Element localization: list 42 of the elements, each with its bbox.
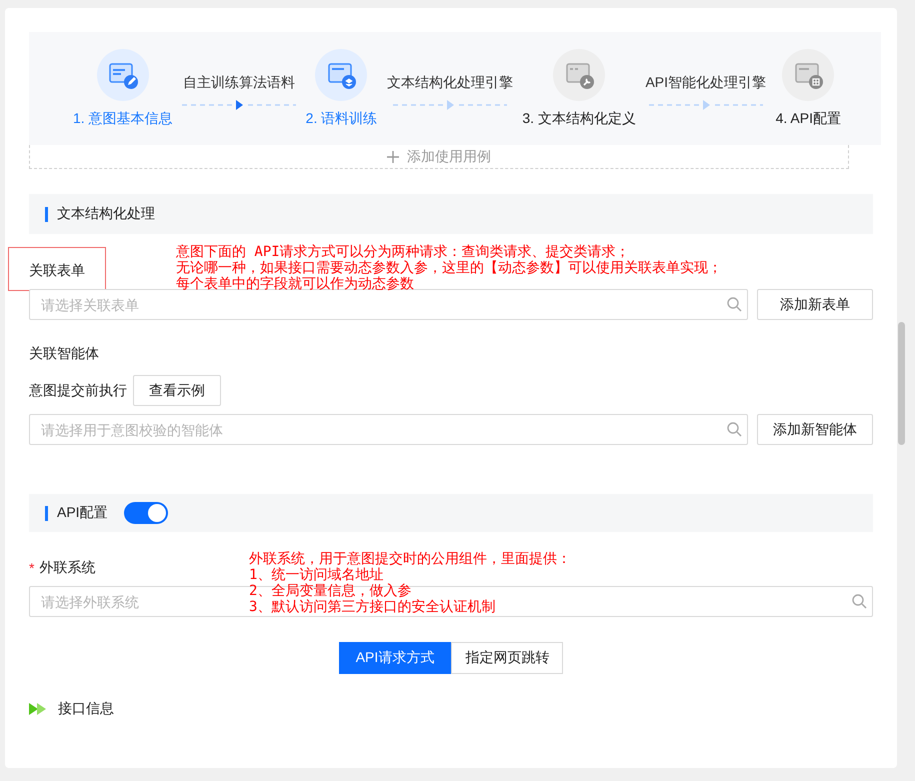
connector-label: 自主训练算法语料 [183, 74, 296, 92]
edit-document-icon [107, 60, 138, 90]
accent-bar [45, 506, 48, 520]
field-label: 意图提交前执行 [29, 382, 127, 400]
mode-tab[interactable]: 指定网页跳转 [451, 642, 564, 674]
annotation-note: 外联系统，用于意图提交时的公用组件，里面提供： [249, 551, 571, 567]
search-field[interactable]: 请选择用于意图校验的智能体 [29, 414, 748, 445]
layers-document-icon [326, 60, 357, 90]
step-label[interactable]: 1. 意图基本信息 [73, 110, 173, 128]
view-example-button[interactable]: 查看示例 [133, 375, 221, 406]
search-icon [852, 594, 867, 609]
search-icon [727, 297, 742, 312]
grid-document-icon [792, 60, 824, 90]
step-label[interactable]: 2. 语料训练 [306, 110, 378, 128]
connector-label: API智能化处理引擎 [645, 74, 766, 92]
section-title: API配置 [57, 504, 108, 522]
field-label: 关联智能体 [29, 345, 99, 363]
add-agent-button[interactable]: 添加新智能体 [757, 414, 873, 445]
annotation-note: 1、统一访问域名地址 [249, 567, 384, 583]
step-label[interactable]: 3. 文本结构化定义 [522, 110, 636, 128]
accent-bar [45, 206, 48, 222]
step-label[interactable]: 4. API配置 [776, 110, 841, 128]
required-mark: * [29, 560, 34, 576]
annotation-note: 意图下面的 API请求方式可以分为两种请求：查询类请求、提交类请求； [176, 244, 630, 260]
annotation-note: 2、全局变量信息，做入参 [249, 583, 412, 599]
search-field[interactable]: 请选择关联表单 [29, 289, 748, 320]
plus-icon [387, 150, 399, 162]
annotation-note: 每个表单中的字段就可以作为动态参数 [176, 276, 414, 292]
mode-tab[interactable]: API请求方式 [338, 642, 452, 674]
scrollbar-thumb[interactable] [898, 322, 905, 445]
section-label: 接口信息 [58, 700, 114, 718]
connector-label: 文本结构化处理引擎 [386, 74, 513, 92]
annotation-note: 无论哪一种，如果接口需要动态参数入参，这里的【动态参数】可以使用关联表单实现； [176, 260, 722, 276]
search-icon [727, 422, 742, 437]
field-label: 关联表单 [9, 248, 105, 290]
play-arrows-icon [29, 703, 46, 715]
wrench-screen-icon [564, 60, 595, 90]
field-label: 外联系统 [39, 559, 96, 577]
toggle-switch[interactable] [124, 502, 168, 524]
annotation-note: 3、默认访问第三方接口的安全认证机制 [249, 599, 496, 615]
section-title: 文本结构化处理 [57, 205, 155, 223]
add-form-button[interactable]: 添加新表单 [757, 289, 873, 320]
